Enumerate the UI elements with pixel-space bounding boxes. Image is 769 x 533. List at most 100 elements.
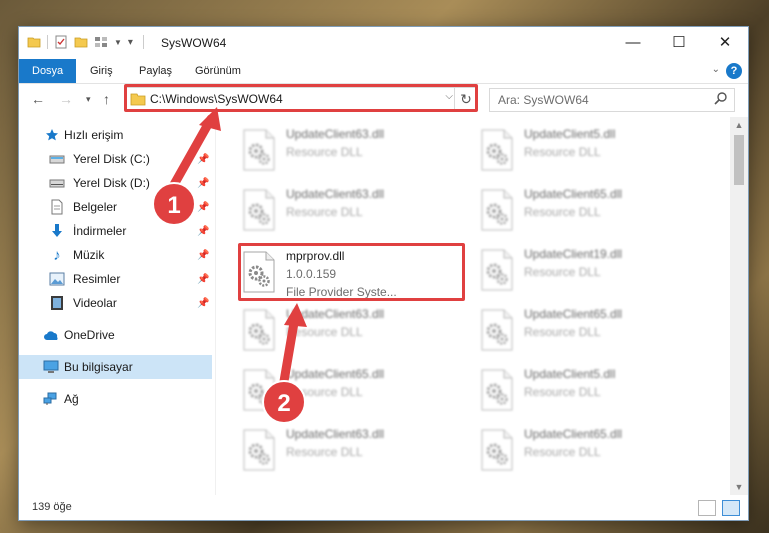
search-box[interactable]: Ara: SysWOW64: [489, 88, 735, 112]
status-bar: 139 öğe: [19, 497, 748, 520]
sidebar-item-downloads[interactable]: İndirmeler 📌: [19, 219, 212, 243]
forward-arrow-icon[interactable]: →: [59, 91, 73, 107]
file-item[interactable]: UpdateClient63.dll Resource DLL: [236, 123, 466, 179]
search-input[interactable]: Ara: SysWOW64: [498, 93, 589, 107]
pin-icon[interactable]: 📌: [197, 298, 209, 309]
pin-icon[interactable]: 📌: [197, 226, 209, 237]
expand-ribbon-icon[interactable]: ⌄: [712, 64, 720, 75]
file-type: Resource DLL: [524, 205, 601, 219]
sidebar-item-label: Yerel Disk (D:): [73, 176, 150, 190]
large-icons-view-icon[interactable]: [722, 500, 740, 516]
window-title: SysWOW64: [161, 36, 227, 50]
file-name: UpdateClient65.dll: [524, 427, 623, 441]
file-name: UpdateClient5.dll: [524, 127, 616, 141]
sidebar-item-documents[interactable]: Belgeler 📌: [19, 195, 212, 219]
file-item[interactable]: UpdateClient63.dll Resource DLL: [236, 183, 466, 239]
vertical-scrollbar[interactable]: ▲ ▼: [730, 117, 748, 495]
file-name: UpdateClient63.dll: [286, 307, 385, 321]
close-button[interactable]: ✕: [702, 27, 748, 57]
sidebar-item-videos[interactable]: Videolar 📌: [19, 291, 212, 315]
file-item[interactable]: UpdateClient5.dll Resource DLL: [474, 363, 704, 419]
sidebar-item-label: Ağ: [64, 392, 79, 406]
maximize-button[interactable]: ☐: [656, 27, 702, 57]
sidebar-item-pictures[interactable]: Resimler 📌: [19, 267, 212, 291]
file-name: UpdateClient5.dll: [524, 367, 616, 381]
title-bar: ▼ ▾ SysWOW64 — ☐ ✕: [19, 27, 748, 59]
ribbon: Dosya Giriş Paylaş Görünüm ⌄ ?: [19, 59, 748, 84]
pin-icon[interactable]: 📌: [197, 250, 209, 261]
sidebar-item-network[interactable]: Ağ: [19, 387, 212, 411]
music-icon: ♪: [53, 246, 61, 264]
file-item[interactable]: UpdateClient65.dll Resource DLL: [236, 363, 466, 419]
download-icon: [49, 223, 65, 239]
file-item[interactable]: UpdateClient65.dll Resource DLL: [474, 423, 704, 479]
file-name: UpdateClient63.dll: [286, 127, 385, 141]
file-list: UpdateClient63.dll Resource DLL UpdateCl…: [216, 117, 730, 495]
recent-locations-icon[interactable]: ▾: [86, 94, 91, 105]
computer-icon: [43, 359, 59, 375]
file-name: UpdateClient19.dll: [524, 247, 623, 261]
customize-toolbar-icon[interactable]: ▾: [128, 37, 133, 48]
sidebar-item-onedrive[interactable]: OneDrive: [19, 323, 212, 347]
search-icon[interactable]: [714, 91, 728, 108]
sidebar-item-disk-d[interactable]: Yerel Disk (D:) 📌: [19, 171, 212, 195]
file-item[interactable]: UpdateClient5.dll Resource DLL: [474, 123, 704, 179]
picture-icon: [49, 271, 65, 287]
tab-giris[interactable]: Giriş: [90, 59, 113, 83]
file-type: Resource DLL: [286, 325, 363, 339]
item-count: 139 öğe: [32, 501, 72, 513]
dll-file-icon: [240, 369, 278, 411]
sidebar-item-label: Yerel Disk (C:): [73, 152, 150, 166]
tab-gorunum[interactable]: Görünüm: [195, 59, 241, 83]
file-item[interactable]: UpdateClient63.dll Resource DLL: [236, 423, 466, 479]
scroll-down-icon[interactable]: ▼: [730, 482, 748, 492]
file-type: Resource DLL: [524, 385, 601, 399]
dll-file-icon: [478, 369, 516, 411]
dll-file-icon: [240, 429, 278, 471]
back-arrow-icon[interactable]: ←: [31, 91, 45, 107]
sidebar-item-music[interactable]: ♪ Müzik 📌: [19, 243, 212, 267]
details-view-icon[interactable]: [698, 500, 716, 516]
file-name: UpdateClient65.dll: [286, 367, 385, 381]
scroll-up-icon[interactable]: ▲: [730, 120, 748, 130]
dll-file-icon: [478, 129, 516, 171]
properties-icon[interactable]: [54, 35, 68, 49]
sidebar-item-disk-c[interactable]: Yerel Disk (C:) 📌: [19, 147, 212, 171]
caption-buttons: — ☐ ✕: [610, 27, 748, 57]
help-button[interactable]: ?: [726, 63, 742, 79]
document-icon: [49, 199, 65, 215]
tab-dosya[interactable]: Dosya: [19, 59, 77, 83]
sidebar-item-this-pc[interactable]: Bu bilgisayar: [19, 355, 212, 379]
video-icon: [49, 295, 65, 311]
sidebar-item-quick-access[interactable]: Hızlı erişim: [19, 123, 212, 147]
tab-paylas[interactable]: Paylaş: [139, 59, 172, 83]
sidebar-item-label: Hızlı erişim: [64, 128, 124, 142]
sidebar-item-label: Videolar: [73, 296, 117, 310]
file-item[interactable]: UpdateClient65.dll Resource DLL: [474, 183, 704, 239]
pin-icon[interactable]: 📌: [197, 274, 209, 285]
network-icon: [43, 391, 59, 407]
view-options-icon[interactable]: [94, 35, 108, 49]
file-item[interactable]: UpdateClient65.dll Resource DLL: [474, 303, 704, 359]
minimize-button[interactable]: —: [610, 27, 656, 57]
file-type: Resource DLL: [286, 145, 363, 159]
dll-file-icon: [478, 429, 516, 471]
file-highlight-box: [238, 243, 465, 301]
up-arrow-icon[interactable]: ↑: [103, 91, 110, 107]
chevron-down-icon[interactable]: ▼: [114, 38, 122, 47]
file-item[interactable]: UpdateClient63.dll Resource DLL: [236, 303, 466, 359]
pin-icon[interactable]: 📌: [197, 178, 209, 189]
file-name: UpdateClient63.dll: [286, 187, 385, 201]
star-icon: [44, 127, 60, 143]
dll-file-icon: [240, 189, 278, 231]
sidebar-item-label: Belgeler: [73, 200, 118, 214]
dll-file-icon: [240, 309, 278, 351]
dll-file-icon: [478, 249, 516, 291]
new-folder-icon[interactable]: [74, 35, 88, 49]
pin-icon[interactable]: 📌: [197, 202, 209, 213]
scroll-thumb[interactable]: [734, 135, 744, 185]
file-item[interactable]: UpdateClient19.dll Resource DLL: [474, 243, 704, 299]
file-name: UpdateClient63.dll: [286, 427, 385, 441]
pin-icon[interactable]: 📌: [197, 154, 209, 165]
file-type: Resource DLL: [286, 205, 363, 219]
